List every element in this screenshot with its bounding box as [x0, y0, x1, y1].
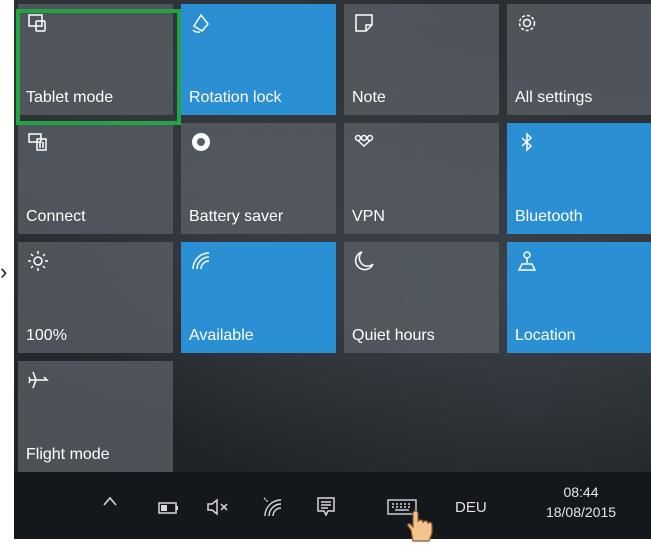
- clock-date: 18/08/2015: [545, 504, 617, 520]
- volume-muted-icon[interactable]: [206, 498, 230, 516]
- tile-label: Available: [189, 327, 254, 344]
- tile-label: All settings: [515, 89, 593, 106]
- clock[interactable]: 08:44 18/08/2015: [517, 482, 645, 522]
- action-center-icon[interactable]: [316, 496, 336, 518]
- tile-label: Note: [352, 89, 386, 106]
- tablet-mode-icon: [27, 12, 53, 38]
- input-language-indicator[interactable]: DEU: [455, 499, 487, 516]
- wifi-icon: [190, 250, 216, 276]
- gear-icon: [516, 12, 542, 38]
- note-icon: [353, 12, 379, 38]
- tile-all-settings[interactable]: All settings: [507, 4, 651, 115]
- tile-bluetooth[interactable]: Bluetooth: [507, 123, 651, 234]
- battery-saver-icon: [190, 131, 216, 157]
- tile-label: 100%: [26, 327, 67, 344]
- tile-quiet-hours[interactable]: Quiet hours: [344, 242, 499, 353]
- tile-label: Rotation lock: [189, 89, 282, 106]
- tile-label: Connect: [26, 208, 86, 225]
- tile-rotation-lock[interactable]: Rotation lock: [181, 4, 336, 115]
- tile-label: Tablet mode: [26, 89, 114, 106]
- airplane-icon: [27, 369, 53, 395]
- bluetooth-icon: [516, 131, 542, 157]
- tile-label: Flight mode: [26, 446, 110, 463]
- clock-time: 08:44: [563, 484, 599, 500]
- network-signal-icon[interactable]: [262, 496, 284, 518]
- tile-brightness[interactable]: 100%: [18, 242, 173, 353]
- tile-label: Bluetooth: [515, 208, 583, 225]
- vpn-icon: [353, 131, 379, 157]
- tile-wifi[interactable]: Available: [181, 242, 336, 353]
- touch-pointer-hand-icon: [404, 510, 434, 542]
- battery-icon[interactable]: [158, 502, 180, 514]
- rotation-lock-icon: [190, 12, 216, 38]
- tile-note[interactable]: Note: [344, 4, 499, 115]
- tile-label: Location: [515, 327, 576, 344]
- connect-icon: [27, 131, 53, 157]
- expand-chevron-icon: ›: [0, 259, 8, 284]
- tile-label: Battery saver: [189, 208, 284, 225]
- brightness-icon: [27, 250, 53, 276]
- tile-tablet-mode[interactable]: Tablet mode: [18, 4, 173, 115]
- show-hidden-icons-chevron-icon[interactable]: [101, 494, 119, 508]
- location-icon: [516, 250, 542, 276]
- tile-label: VPN: [352, 208, 385, 225]
- tile-label: Quiet hours: [352, 327, 435, 344]
- tile-battery-saver[interactable]: Battery saver: [181, 123, 336, 234]
- tile-connect[interactable]: Connect: [18, 123, 173, 234]
- moon-icon: [353, 250, 379, 276]
- action-center-panel: Tablet mode Rotation lock Note All setti…: [14, 0, 651, 539]
- tile-location[interactable]: Location: [507, 242, 651, 353]
- tile-flight-mode[interactable]: Flight mode: [18, 361, 173, 472]
- tile-vpn[interactable]: VPN: [344, 123, 499, 234]
- taskbar: DEU 08:44 18/08/2015: [14, 472, 651, 539]
